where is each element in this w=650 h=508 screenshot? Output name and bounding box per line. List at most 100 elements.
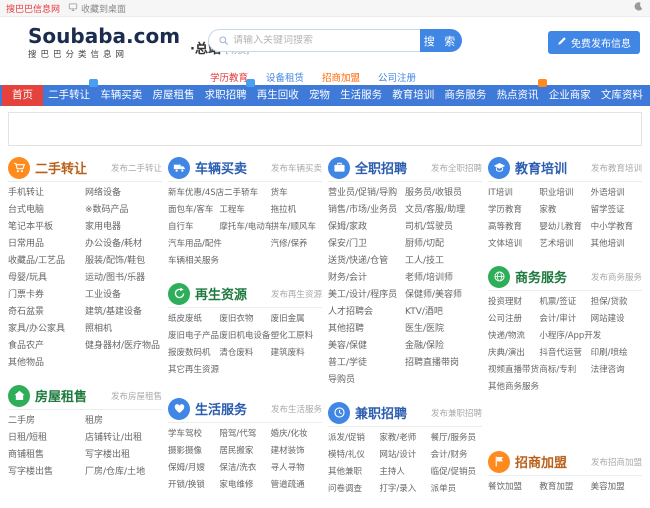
nav-item[interactable]: 宠物 [304, 85, 335, 106]
category-link[interactable]: 母婴/玩具 [8, 270, 85, 287]
category-link[interactable]: 保安/门卫 [328, 236, 405, 253]
category-link[interactable]: 保洁/洗衣 [219, 460, 270, 477]
category-link[interactable]: 清仓废料 [219, 345, 270, 362]
publish-link[interactable]: 发布房屋租售 [111, 390, 162, 402]
category-link[interactable]: 庆典/演出 [488, 345, 539, 362]
category-link[interactable]: 拖拉机 [271, 202, 322, 219]
category-link[interactable]: 医生/医院 [405, 321, 482, 338]
category-link[interactable]: 营业员/促销/导购 [328, 185, 405, 202]
hot-link[interactable]: 招商加盟 [322, 70, 360, 84]
category-link[interactable]: 快递/物流 [488, 328, 539, 345]
nav-item[interactable]: 首页 [2, 85, 43, 106]
category-link[interactable]: 模特/礼仪 [328, 447, 379, 464]
category-link[interactable]: 艺术培训 [539, 236, 590, 253]
category-link[interactable]: 门票卡券 [8, 287, 85, 304]
category-link[interactable]: 厨师/切配 [405, 236, 482, 253]
category-link[interactable]: 主持人 [379, 464, 430, 481]
category-link[interactable]: 货车 [271, 185, 322, 202]
nav-item[interactable]: 企业商家 [544, 85, 596, 106]
publish-link[interactable]: 发布商务服务 [591, 271, 642, 283]
category-link[interactable]: 开锁/换锁 [168, 477, 219, 494]
category-link[interactable]: 外语培训 [591, 185, 642, 202]
site-name-link[interactable]: 搜巴巴信息网 [6, 2, 60, 15]
category-link[interactable]: ※数码产品 [85, 202, 162, 219]
category-link[interactable]: 学车驾校 [168, 426, 219, 443]
nav-item[interactable]: 文库资料 [596, 85, 648, 106]
category-link[interactable]: 工业设备 [85, 287, 162, 304]
category-link[interactable]: 职业培训 [539, 185, 590, 202]
category-link[interactable]: 商标/专利 [539, 362, 590, 379]
publish-link[interactable]: 发布再生资源 [271, 288, 322, 300]
category-link[interactable]: 老师/培训师 [405, 270, 482, 287]
category-link[interactable]: 小程序/App开发 [539, 328, 642, 345]
category-link[interactable]: 金融/保险 [405, 338, 482, 355]
category-link[interactable]: 手机转让 [8, 185, 85, 202]
category-link[interactable]: 教育加盟 [539, 479, 590, 496]
category-link[interactable]: 网站建设 [591, 311, 642, 328]
category-link[interactable]: 家具/办公家具 [8, 321, 85, 338]
category-link[interactable]: 工人/技工 [405, 253, 482, 270]
search-input[interactable] [233, 35, 416, 46]
nav-item[interactable]: 再生回收 [252, 85, 304, 106]
category-link[interactable]: 餐厅/服务员 [431, 430, 482, 447]
category-link[interactable]: 纸皮废纸 [168, 311, 219, 328]
category-link[interactable]: 摄影摄像 [168, 443, 219, 460]
category-link[interactable]: 其他商务服务 [488, 379, 539, 396]
publish-link[interactable]: 发布生活服务 [271, 403, 322, 415]
category-link[interactable]: 照相机 [85, 321, 162, 338]
category-link[interactable]: 保姆/家政 [328, 219, 405, 236]
category-link[interactable]: 学历教育 [488, 202, 539, 219]
category-link[interactable]: 投资理财 [488, 294, 539, 311]
category-link[interactable]: 文体培训 [488, 236, 539, 253]
category-link[interactable]: 汽修/保养 [271, 236, 322, 253]
publish-link[interactable]: 发布全职招聘 [431, 162, 482, 174]
category-link[interactable]: 网络设备 [85, 185, 162, 202]
logo[interactable]: Soubaba.com 搜巴巴分类信息网 [28, 24, 180, 60]
nav-item[interactable]: 商务服务 [439, 85, 491, 106]
category-link[interactable]: 会计/审计 [539, 311, 590, 328]
category-link[interactable]: 文员/客服/助理 [405, 202, 482, 219]
category-link[interactable]: 居民搬家 [219, 443, 270, 460]
hot-link[interactable]: 设备租赁 [266, 70, 304, 84]
category-link[interactable]: 高等教育 [488, 219, 539, 236]
category-link[interactable]: 印刷/喷绘 [591, 345, 642, 362]
category-link[interactable]: 日常用品 [8, 236, 85, 253]
category-link[interactable]: 食品农产 [8, 338, 85, 355]
nav-item[interactable]: 求职招聘 [200, 79, 255, 106]
category-link[interactable]: 送货/快递/仓管 [328, 253, 405, 270]
category-link[interactable]: 写字楼出租 [85, 447, 162, 464]
category-link[interactable]: KTV/酒吧 [405, 304, 482, 321]
category-link[interactable]: 家教 [539, 202, 590, 219]
category-link[interactable]: 陪驾/代驾 [219, 426, 270, 443]
category-link[interactable]: 视频直播带货 [488, 362, 539, 379]
favorite-to-desktop-link[interactable]: 收藏到桌面 [68, 2, 126, 15]
category-link[interactable]: 废旧衣物 [219, 311, 270, 328]
category-link[interactable]: 租房 [85, 413, 162, 430]
category-link[interactable]: 其他培训 [591, 236, 642, 253]
category-link[interactable]: 其他招聘 [328, 321, 405, 338]
category-link[interactable]: 保健师/美容师 [405, 287, 482, 304]
nav-item[interactable]: 生活服务 [335, 85, 387, 106]
category-link[interactable]: 机票/签证 [539, 294, 590, 311]
category-link[interactable]: 婚庆/化妆 [271, 426, 322, 443]
category-link[interactable]: 办公设备/耗材 [85, 236, 162, 253]
category-link[interactable]: 健身器材/医疗物品 [85, 338, 162, 355]
category-link[interactable]: 销售/市场/业务员 [328, 202, 405, 219]
category-link[interactable]: 其他物品 [8, 355, 85, 372]
category-link[interactable]: 自行车 [168, 219, 219, 236]
category-link[interactable]: 管道疏通 [271, 477, 322, 494]
category-link[interactable]: 废旧金属 [271, 311, 322, 328]
publish-link[interactable]: 发布招商加盟 [591, 456, 642, 468]
category-link[interactable]: 问卷调查 [328, 481, 379, 498]
category-link[interactable]: 抖音代运营 [539, 345, 590, 362]
category-link[interactable]: 派发/促销 [328, 430, 379, 447]
category-link[interactable]: 写字楼出售 [8, 464, 85, 481]
nav-item[interactable]: 热点资讯 [492, 79, 547, 106]
category-link[interactable]: 美容加盟 [591, 479, 642, 496]
category-link[interactable]: 公司注册 [488, 311, 539, 328]
category-link[interactable]: 餐饮加盟 [488, 479, 539, 496]
category-link[interactable]: 会计/财务 [431, 447, 482, 464]
publish-link[interactable]: 发布教育培训 [591, 162, 642, 174]
category-link[interactable]: 工程车 [219, 202, 270, 219]
category-link[interactable]: 寻人寻物 [271, 460, 322, 477]
